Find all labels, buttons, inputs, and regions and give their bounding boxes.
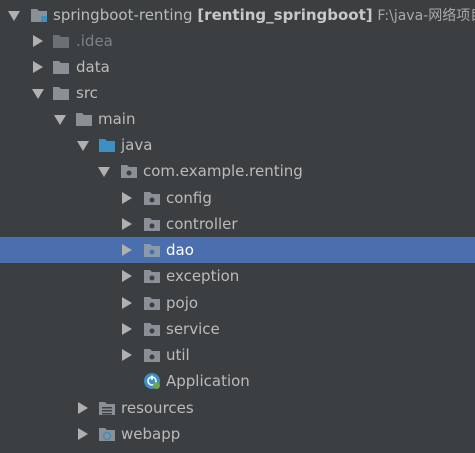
tree-row-main[interactable]: main [0, 106, 475, 132]
package-icon [143, 321, 161, 337]
expand-arrow-icon[interactable] [8, 11, 20, 21]
package-icon [143, 268, 161, 284]
package-label-exception: exception [166, 267, 240, 285]
folder-label-webapp: webapp [121, 425, 181, 443]
project-tree: springboot-renting [renting_springboot] … [0, 0, 475, 453]
package-icon [143, 190, 161, 206]
tree-row-controller[interactable]: controller [0, 211, 475, 237]
package-label-util: util [166, 346, 190, 364]
package-icon [143, 216, 161, 232]
collapse-arrow-icon[interactable] [122, 323, 132, 335]
collapse-arrow-icon[interactable] [122, 218, 132, 230]
package-label: com.example.renting [143, 162, 303, 180]
tree-row-project-root[interactable]: springboot-renting [renting_springboot] … [0, 2, 475, 28]
tree-row-package[interactable]: com.example.renting [0, 158, 475, 184]
collapse-arrow-icon[interactable] [33, 35, 43, 47]
package-icon [143, 347, 161, 363]
folder-label-java: java [121, 136, 153, 154]
module-icon [30, 7, 48, 23]
collapse-arrow-icon[interactable] [122, 244, 132, 256]
package-icon [143, 242, 161, 258]
folder-icon [75, 111, 93, 127]
web-folder-icon [98, 426, 116, 442]
folder-label-data: data [76, 58, 110, 76]
collapse-arrow-icon[interactable] [78, 428, 88, 440]
package-label-pojo: pojo [166, 294, 199, 312]
tree-row-idea[interactable]: .idea [0, 28, 475, 54]
expand-arrow-icon[interactable] [54, 115, 66, 125]
folder-icon [52, 59, 70, 75]
class-label-application: Application [166, 372, 250, 390]
tree-row-data[interactable]: data [0, 54, 475, 80]
resources-folder-icon [98, 400, 116, 416]
expand-arrow-icon[interactable] [98, 167, 110, 177]
tree-row-webapp[interactable]: webapp [0, 421, 475, 447]
tree-row-service[interactable]: service [0, 316, 475, 342]
tree-row-application[interactable]: Application [0, 368, 475, 394]
tree-row-util[interactable]: util [0, 342, 475, 368]
package-label-controller: controller [166, 215, 238, 233]
tree-row-java[interactable]: java [0, 132, 475, 158]
collapse-arrow-icon[interactable] [122, 270, 132, 282]
module-name: [renting_springboot] [197, 6, 373, 24]
package-label-config: config [166, 189, 212, 207]
folder-label-idea: .idea [76, 32, 113, 50]
folder-label-main: main [98, 110, 136, 128]
tree-row-dao[interactable]: dao [0, 237, 475, 263]
tree-row-src[interactable]: src [0, 80, 475, 106]
project-path: F:\java-网络项目 [377, 8, 475, 24]
folder-label-resources: resources [121, 399, 194, 417]
folder-label-src: src [76, 84, 98, 102]
package-icon [120, 163, 138, 179]
project-name: springboot-renting [53, 6, 193, 24]
collapse-arrow-icon[interactable] [78, 402, 88, 414]
project-label: springboot-renting [renting_springboot] … [53, 5, 475, 26]
collapse-arrow-icon[interactable] [122, 349, 132, 361]
expand-arrow-icon[interactable] [77, 141, 89, 151]
tree-row-config[interactable]: config [0, 185, 475, 211]
tree-row-exception[interactable]: exception [0, 263, 475, 289]
tree-row-pojo[interactable]: pojo [0, 290, 475, 316]
expand-arrow-icon[interactable] [32, 89, 44, 99]
collapse-arrow-icon[interactable] [33, 61, 43, 73]
package-label-dao: dao [166, 241, 194, 259]
package-label-service: service [166, 320, 220, 338]
collapse-arrow-icon[interactable] [122, 297, 132, 309]
tree-row-resources[interactable]: resources [0, 395, 475, 421]
source-folder-icon [98, 137, 116, 153]
spring-boot-class-icon [143, 372, 161, 389]
package-icon [143, 295, 161, 311]
folder-icon [52, 33, 70, 49]
folder-icon [52, 85, 70, 101]
collapse-arrow-icon[interactable] [122, 192, 132, 204]
